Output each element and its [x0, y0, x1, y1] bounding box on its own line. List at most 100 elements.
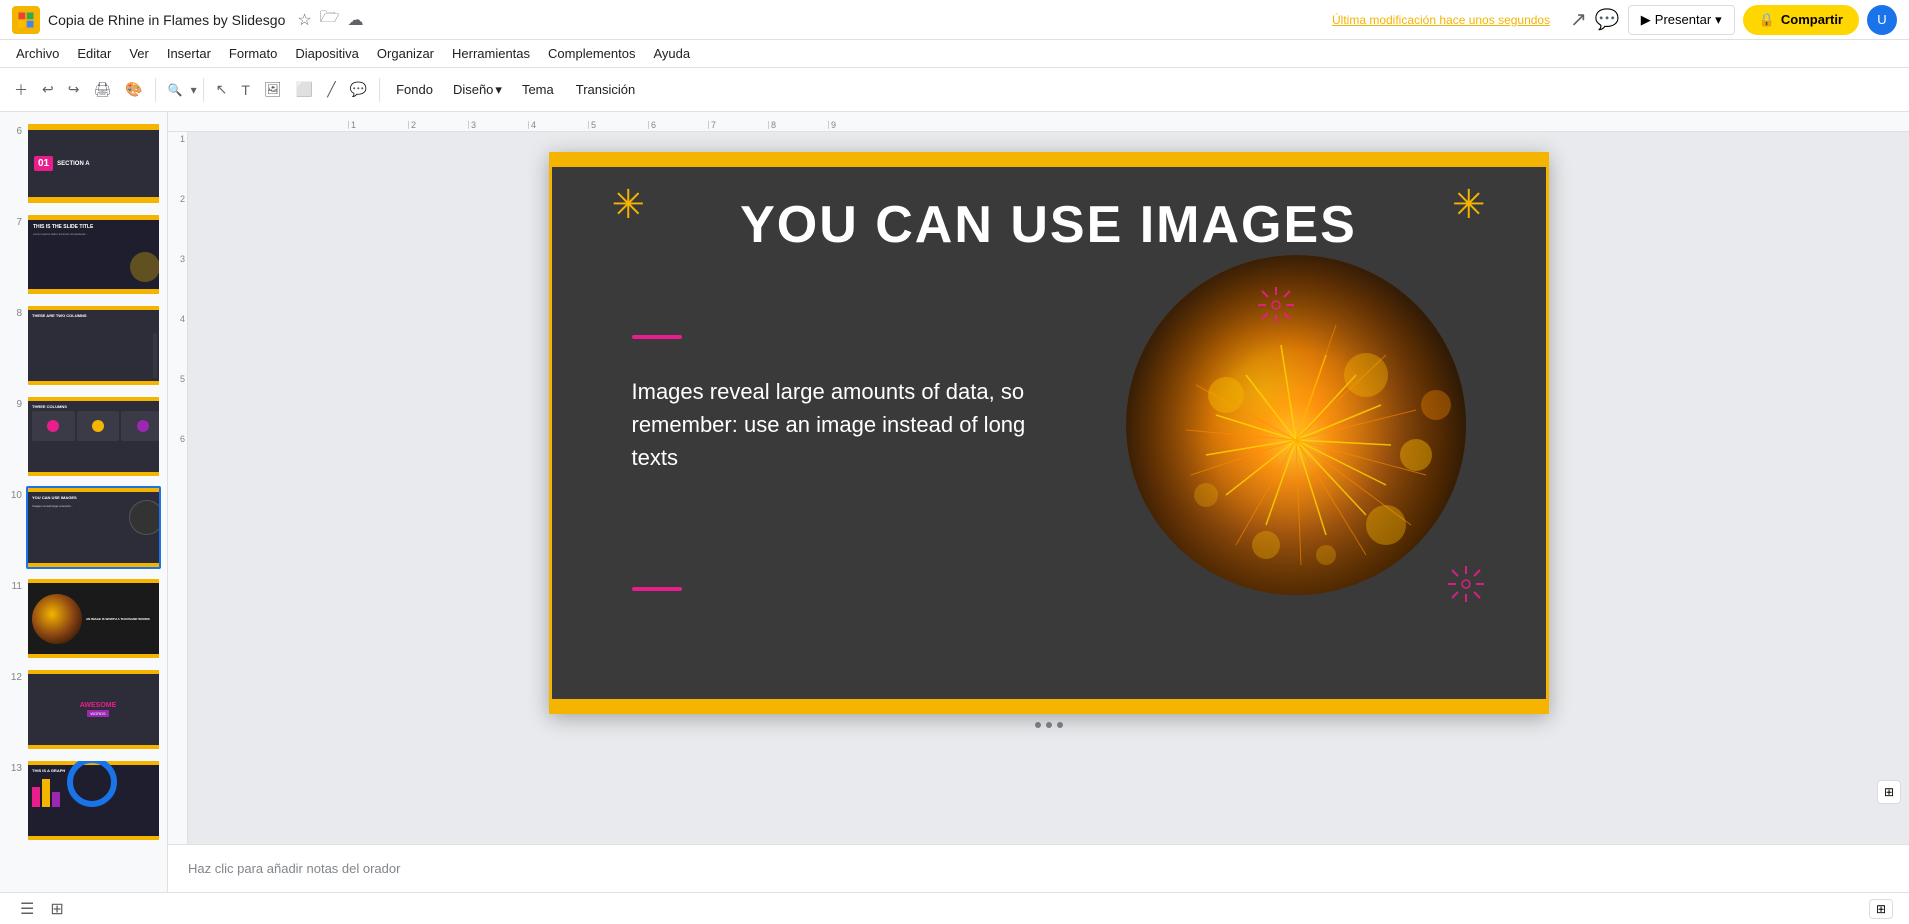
slide-thumb-6[interactable]: 6 01 SECTION A	[4, 120, 163, 207]
slide-img-13: THIS IS A GRAPH	[26, 759, 161, 842]
slide-thumb-10[interactable]: 10 YOU CAN USE IMAGES Images reveal larg…	[4, 484, 163, 571]
present-dropdown-icon: ▾	[1715, 12, 1722, 28]
lock-icon: 🔒	[1759, 12, 1775, 28]
slide-img-11: AN IMAGE IS WORTH A THOUSAND WORDS	[26, 577, 161, 660]
menu-formato[interactable]: Formato	[221, 43, 285, 64]
bottom-corner-button[interactable]: ⊞	[1869, 899, 1893, 919]
slide-body-text: Images reveal large amounts of data, so …	[632, 375, 1052, 474]
analytics-icon[interactable]: ↗	[1570, 7, 1587, 32]
toolbar-fondo[interactable]: Fondo	[386, 78, 443, 101]
toolbar-image[interactable]: 🖼	[258, 77, 288, 102]
top-right-actions: ↗ 💬 ▶ Presentar ▾ 🔒 Compartir U	[1570, 5, 1897, 35]
slide-panel: 6 01 SECTION A 7 THIS IS THE	[0, 112, 168, 892]
sparkle-glow	[1126, 255, 1466, 595]
slide-canvas-7: THIS IS THE SLIDE TITLE Lorem ipsum dolo…	[28, 215, 161, 294]
slide-thumb-7[interactable]: 7 THIS IS THE SLIDE TITLE Lorem ipsum do…	[4, 211, 163, 298]
slide-thumb-9[interactable]: 9 THREE COLUMNS	[4, 393, 163, 480]
slide-canvas-13: THIS IS A GRAPH	[28, 761, 161, 840]
slide-num-9: 9	[6, 395, 22, 410]
bottom-bar: ☰ ⊞ ⊞	[0, 892, 1909, 924]
toolbar-divider-3	[379, 78, 380, 102]
toolbar-zoom[interactable]: 🔍	[162, 79, 189, 101]
slideshow-icon: ▶	[1641, 12, 1651, 28]
menu-editar[interactable]: Editar	[69, 43, 119, 64]
folder-icon[interactable]: 🗁	[320, 6, 340, 33]
menu-herramientas[interactable]: Herramientas	[444, 43, 538, 64]
toolbar-cursor[interactable]: ↖	[210, 77, 234, 102]
slide-thumb-8[interactable]: 8 THESE ARE TWO COLUMNS	[4, 302, 163, 389]
list-view-icon[interactable]: ☰	[16, 895, 38, 923]
toolbar-textbox[interactable]: T	[235, 78, 256, 102]
menu-ver[interactable]: Ver	[121, 43, 157, 64]
slide-num-11: 11	[6, 577, 22, 592]
slide-img-6: 01 SECTION A	[26, 122, 161, 205]
toolbar-tema[interactable]: Tema	[512, 78, 564, 101]
star-icon[interactable]: ☆	[297, 10, 311, 30]
slide-canvas-6: 01 SECTION A	[28, 124, 161, 203]
expand-icon: ⊞	[1884, 785, 1894, 799]
document-title: Copia de Rhine in Flames by Slidesgo	[48, 12, 285, 28]
top-bar: Copia de Rhine in Flames by Slidesgo ☆ 🗁…	[0, 0, 1909, 40]
scroll-dot	[1035, 722, 1041, 728]
slide-thumb-13[interactable]: 13 THIS IS A GRAPH	[4, 757, 163, 844]
menu-archivo[interactable]: Archivo	[8, 43, 67, 64]
toolbar-redo[interactable]: ↪	[62, 77, 86, 102]
toolbar-plus[interactable]: ＋	[8, 76, 34, 104]
circle-image	[1126, 255, 1466, 595]
slide-img-8: THESE ARE TWO COLUMNS	[26, 304, 161, 387]
share-button[interactable]: 🔒 Compartir	[1743, 5, 1859, 35]
pink-burst-bottom-right	[1446, 564, 1486, 611]
slide-num-12: 12	[6, 668, 22, 683]
slide-canvas-10: YOU CAN USE IMAGES Images reveal large a…	[28, 488, 161, 567]
toolbar-divider-2	[203, 78, 204, 102]
slide-img-10: YOU CAN USE IMAGES Images reveal large a…	[26, 486, 161, 569]
slide-main-title: YOU CAN USE IMAGES	[612, 195, 1486, 255]
slide-canvas-11: AN IMAGE IS WORTH A THOUSAND WORDS	[28, 579, 161, 658]
app-logo[interactable]	[12, 6, 40, 34]
slide-img-12: AWESOME WORDS	[26, 668, 161, 751]
toolbar-print[interactable]: 🖨	[87, 77, 117, 102]
star-top-right: ✳	[1452, 185, 1486, 225]
user-avatar[interactable]: U	[1867, 5, 1897, 35]
ruler-horizontal: 1 2 3 4 5 6 7 8 9	[168, 112, 1909, 132]
notes-area[interactable]: Haz clic para añadir notas del orador	[168, 844, 1909, 892]
menu-diapositiva[interactable]: Diapositiva	[287, 43, 367, 64]
corner-expand-button[interactable]: ⊞	[1877, 780, 1901, 804]
slide-thumb-12[interactable]: 12 AWESOME WORDS	[4, 666, 163, 753]
main-slide[interactable]: YOU CAN USE IMAGES ✳ ✳ Images reveal lar…	[549, 152, 1549, 714]
present-button[interactable]: ▶ Presentar ▾	[1628, 5, 1735, 35]
bottom-right: ⊞	[1869, 899, 1893, 919]
slide-img-7: THIS IS THE SLIDE TITLE Lorem ipsum dolo…	[26, 213, 161, 296]
last-saved-text: Última modificación hace unos segundos	[1332, 13, 1550, 27]
canvas-wrapper[interactable]: YOU CAN USE IMAGES ✳ ✳ Images reveal lar…	[188, 132, 1909, 844]
menu-organizar[interactable]: Organizar	[369, 43, 442, 64]
diseno-dropdown-icon: ▾	[495, 82, 502, 98]
toolbar-diseno[interactable]: Diseño ▾	[445, 78, 510, 102]
toolbar-transicion[interactable]: Transición	[566, 78, 645, 101]
title-icons: ☆ 🗁 ☁	[297, 6, 363, 33]
menu-bar: Archivo Editar Ver Insertar Formato Diap…	[0, 40, 1909, 68]
toolbar-shapes[interactable]: ⬜	[290, 77, 319, 102]
grid-view-icon[interactable]: ⊞	[46, 895, 67, 923]
toolbar-comment[interactable]: 💬	[344, 77, 373, 102]
zoom-level: ▾	[191, 83, 197, 97]
ruler-vertical: 1 2 3 4 5 6	[168, 132, 188, 844]
toolbar-paintformat[interactable]: 🎨	[119, 77, 148, 102]
toolbar: ＋ ↩ ↪ 🖨 🎨 🔍 ▾ ↖ T 🖼 ⬜ ╱ 💬 Fondo Diseño ▾…	[0, 68, 1909, 112]
toolbar-linedraw[interactable]: ╱	[321, 77, 341, 102]
scroll-dot	[1057, 722, 1063, 728]
notes-placeholder: Haz clic para añadir notas del orador	[188, 861, 400, 876]
slide-top-bar	[552, 155, 1546, 167]
comments-icon[interactable]: 💬	[1595, 7, 1620, 32]
slide-thumb-11[interactable]: 11 AN IMAGE IS WORTH A THOUSAND WORDS	[4, 575, 163, 662]
slide-num-6: 6	[6, 122, 22, 137]
toolbar-divider-1	[155, 78, 156, 102]
cloud-icon[interactable]: ☁	[348, 10, 364, 30]
menu-complementos[interactable]: Complementos	[540, 43, 643, 64]
slide-num-8: 8	[6, 304, 22, 319]
menu-insertar[interactable]: Insertar	[159, 43, 219, 64]
pink-line-bottom	[632, 587, 682, 591]
toolbar-undo[interactable]: ↩	[36, 77, 60, 102]
slide-canvas-8: THESE ARE TWO COLUMNS	[28, 306, 161, 385]
menu-ayuda[interactable]: Ayuda	[645, 43, 698, 64]
